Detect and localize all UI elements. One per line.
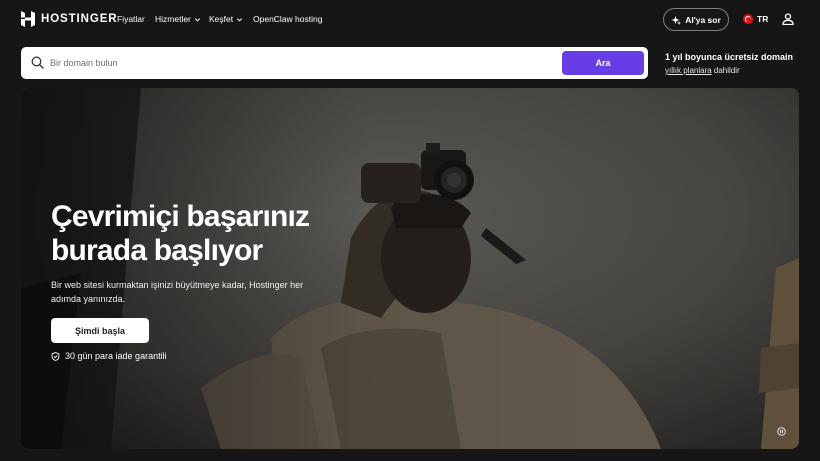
- nav-link-label: Fiyatlar: [117, 14, 145, 24]
- user-icon[interactable]: [782, 13, 794, 25]
- hero-subtitle: Bir web sitesi kurmaktan işinizi büyütme…: [51, 280, 304, 304]
- top-navigation: HOSTINGER Fiyatlar Hizmetler Keşfet Open…: [0, 0, 820, 40]
- turkey-flag-icon: [743, 14, 753, 24]
- money-back-guarantee: 30 gün para iade garantili: [51, 351, 167, 361]
- hostinger-logo-icon: [21, 11, 35, 27]
- shield-check-icon: [51, 351, 60, 361]
- nav-link-label: Keşfet: [209, 14, 234, 24]
- nav-link-openclaw-hosting[interactable]: OpenClaw hosting: [253, 14, 322, 24]
- nav-link-pricing[interactable]: Fiyatlar: [117, 14, 145, 24]
- hero-background-image: [21, 88, 799, 449]
- brand-name: HOSTINGER: [41, 13, 118, 25]
- domain-search-bar: Ara: [21, 47, 648, 79]
- language-selector[interactable]: TR: [743, 14, 768, 24]
- promo-subtitle: yıllık planlara dahildir: [665, 66, 793, 75]
- promo-suffix: dahildir: [711, 66, 740, 75]
- ask-ai-label: AI'ya sor: [685, 14, 721, 25]
- chevron-down-icon: [194, 17, 200, 21]
- hero-title: Çevrimiçi başarınız burada başlıyor: [51, 200, 310, 267]
- start-now-button[interactable]: Şimdi başla: [51, 318, 149, 343]
- free-domain-promo: 1 yıl boyunca ücretsiz domain yıllık pla…: [665, 52, 793, 75]
- nav-link-label: Hizmetler: [155, 14, 191, 24]
- search-icon: [31, 56, 44, 69]
- nav-link-label: OpenClaw hosting: [253, 14, 323, 24]
- sparkle-icon: [671, 15, 682, 25]
- chevron-down-icon: [237, 17, 243, 21]
- pause-icon[interactable]: [777, 427, 786, 436]
- nav-link-explore[interactable]: Keşfet: [209, 14, 243, 24]
- language-code: TR: [757, 14, 769, 24]
- guarantee-label: 30 gün para iade garantili: [65, 351, 167, 361]
- search-button[interactable]: Ara: [562, 51, 644, 75]
- brand-logo[interactable]: HOSTINGER: [21, 11, 117, 27]
- promo-title: 1 yıl boyunca ücretsiz domain: [665, 52, 794, 62]
- domain-search-input[interactable]: [50, 53, 550, 73]
- hero-banner: Çevrimiçi başarınız burada başlıyor Bir …: [21, 88, 799, 449]
- annual-plans-link[interactable]: yıllık planlara: [665, 66, 712, 75]
- ask-ai-button[interactable]: AI'ya sor: [663, 8, 729, 31]
- nav-link-services[interactable]: Hizmetler: [155, 14, 201, 24]
